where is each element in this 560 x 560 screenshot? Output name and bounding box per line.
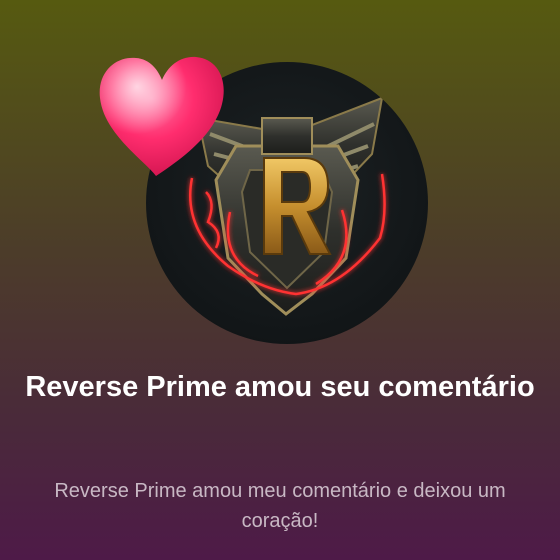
notification-message: Reverse Prime amou meu comentário e deix… <box>54 480 506 532</box>
love-notification-card: Reverse Prime amou seu comentário Revers… <box>0 0 560 560</box>
heart-icon <box>99 56 224 176</box>
notification-title: Reverse Prime amou seu comentário <box>25 371 535 403</box>
